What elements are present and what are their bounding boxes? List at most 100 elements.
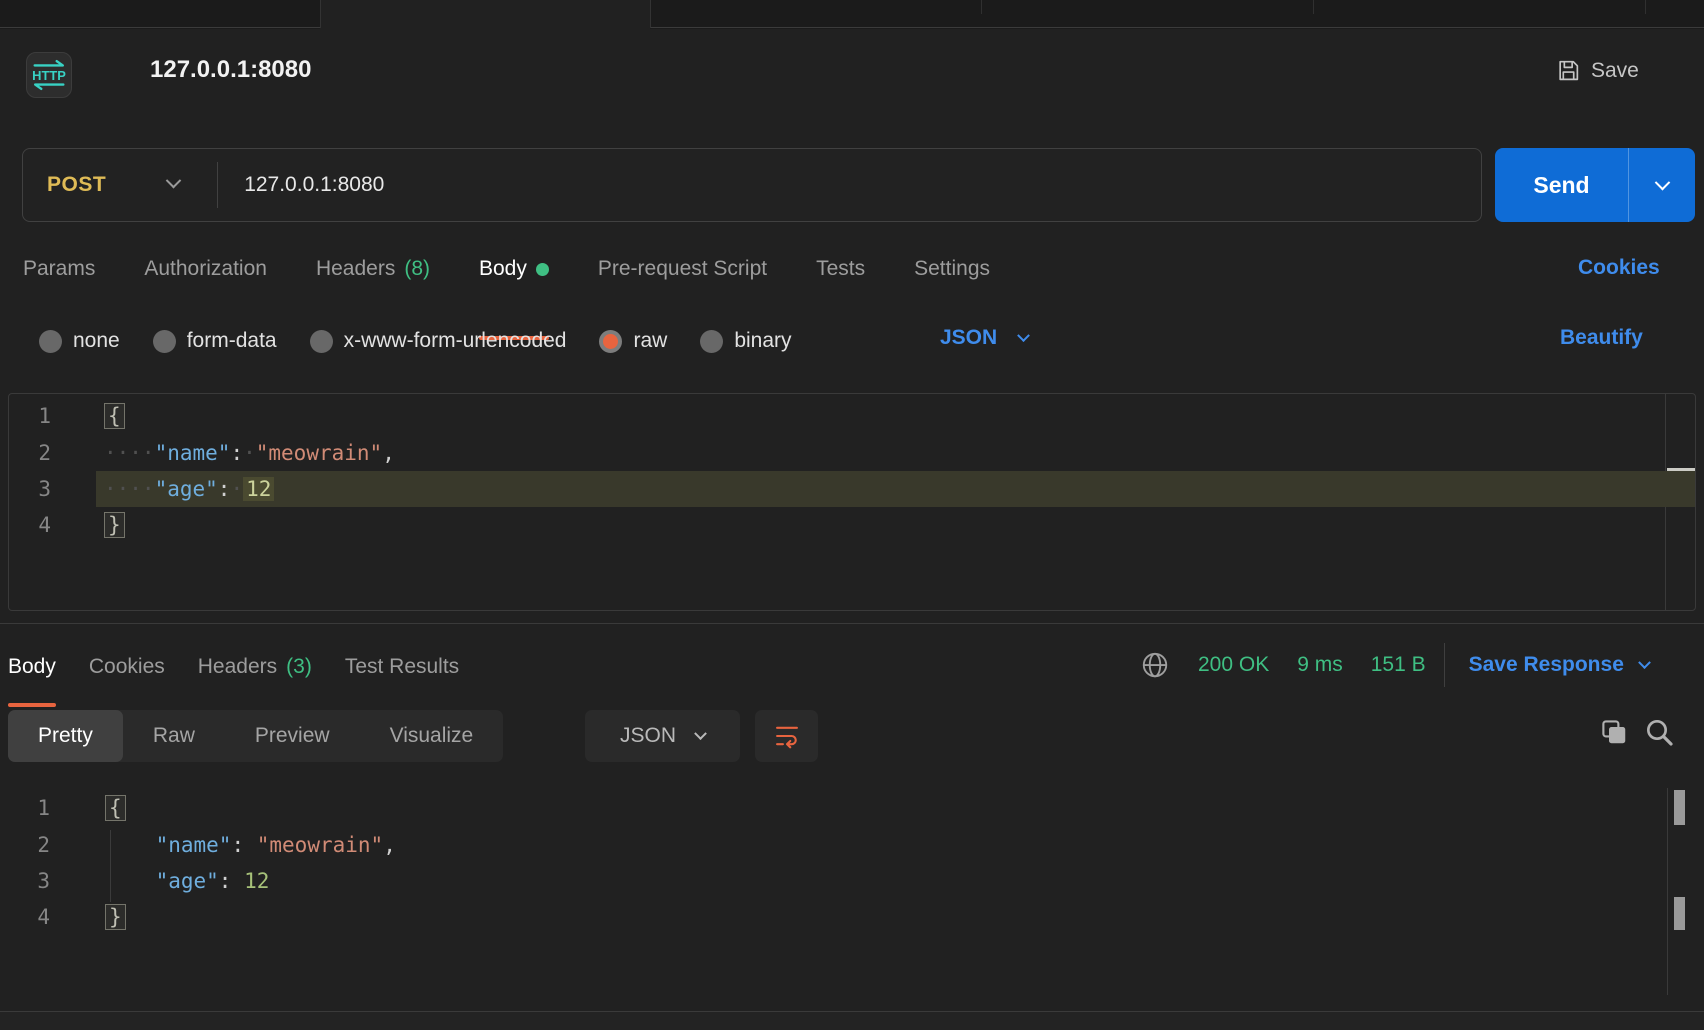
token-punct: :	[219, 869, 232, 893]
postman-window: HTTP 127.0.0.1:8080 Save POST 127.0.0.1:…	[0, 0, 1704, 1030]
body-mode-form-data[interactable]: form-data	[153, 329, 277, 353]
code-text: {	[50, 796, 126, 820]
chevron-down-icon	[694, 727, 707, 740]
token-punct: ,	[383, 833, 396, 857]
tab-label: Body	[8, 655, 56, 707]
wrap-lines-button[interactable]	[755, 710, 818, 762]
code-text: "name": "meowrain",	[50, 833, 396, 857]
token-ws: ····	[104, 477, 155, 501]
code-line[interactable]: 4}	[0, 899, 1704, 935]
token-sp	[231, 869, 244, 893]
view-visualize[interactable]: Visualize	[360, 710, 504, 762]
code-line[interactable]: 1{	[9, 398, 1695, 434]
method-select[interactable]: POST	[47, 173, 106, 197]
workspace-tab-strip	[0, 0, 1704, 29]
response-size[interactable]: 151 B	[1371, 653, 1426, 677]
send-button[interactable]: Send	[1495, 148, 1695, 222]
chevron-down-icon[interactable]	[168, 176, 179, 194]
line-number: 1	[9, 404, 51, 428]
response-tab-test-results[interactable]: Test Results	[345, 635, 459, 707]
body-language-select[interactable]: JSON	[940, 326, 1028, 350]
token-punct: :	[230, 441, 243, 465]
tab-strip-border	[0, 27, 320, 28]
beautify-link[interactable]: Beautify	[1560, 326, 1643, 350]
body-mode-raw[interactable]: raw	[599, 329, 667, 353]
response-time[interactable]: 9 ms	[1297, 653, 1343, 677]
radio-icon	[153, 330, 176, 353]
tab-divider	[1313, 0, 1314, 14]
token-ws: ·	[243, 441, 256, 465]
body-mode-x-www-form-urlencoded[interactable]: x-www-form-urlencoded	[310, 329, 567, 353]
token-sp	[244, 833, 257, 857]
http-icon: HTTP	[27, 53, 71, 97]
tab-label: Params	[23, 257, 95, 281]
line-number: 4	[9, 513, 51, 537]
view-preview[interactable]: Preview	[225, 710, 360, 762]
code-text: {	[51, 404, 125, 428]
tab-count-badge: (8)	[404, 257, 430, 281]
response-body-editor[interactable]: 1{2 "name": "meowrain",3 "age": 124}	[0, 790, 1704, 990]
token-num: 12	[244, 869, 269, 893]
tab-label: Tests	[816, 257, 865, 281]
cookies-link[interactable]: Cookies	[1578, 256, 1660, 280]
save-response-button[interactable]: Save Response	[1469, 653, 1649, 677]
body-language-value: JSON	[940, 326, 997, 350]
radio-label: form-data	[187, 329, 277, 353]
send-label: Send	[1495, 172, 1628, 199]
view-raw[interactable]: Raw	[123, 710, 225, 762]
status-bar	[0, 1012, 1704, 1030]
scrollbar-thumb[interactable]	[1674, 790, 1685, 825]
response-tab-body[interactable]: Body	[8, 635, 56, 707]
status-badge[interactable]: 200 OK	[1198, 653, 1269, 677]
response-tab-headers[interactable]: Headers(3)	[198, 635, 312, 707]
code-text: ····"age":·12	[51, 477, 274, 501]
tab-label: Headers	[316, 257, 395, 281]
globe-icon[interactable]	[1140, 650, 1170, 680]
response-view-switcher: PrettyRawPreviewVisualize	[8, 710, 503, 762]
tab-tests[interactable]: Tests	[816, 240, 865, 340]
meta-divider	[1444, 643, 1445, 687]
token-str: "meowrain"	[256, 441, 382, 465]
request-title: 127.0.0.1:8080	[150, 56, 311, 84]
body-mode-none[interactable]: none	[39, 329, 120, 353]
token-punct: :	[218, 477, 231, 501]
request-body-editor[interactable]: 1{2····"name":·"meowrain",3····"age":·12…	[8, 393, 1696, 611]
token-key: "age"	[155, 477, 218, 501]
wrap-lines-icon	[773, 722, 801, 750]
save-button[interactable]: Save	[1556, 58, 1639, 83]
code-line[interactable]: 2 "name": "meowrain",	[0, 826, 1704, 862]
code-line[interactable]: 3 "age": 12	[0, 863, 1704, 899]
body-mode-binary[interactable]: binary	[700, 329, 791, 353]
url-bar-divider	[217, 162, 218, 208]
line-number: 2	[9, 441, 51, 465]
copy-response-button[interactable]	[1599, 717, 1629, 752]
code-text: }	[50, 905, 126, 929]
line-number: 3	[9, 477, 51, 501]
radio-label: x-www-form-urlencoded	[344, 329, 567, 353]
code-line[interactable]: 1{	[0, 790, 1704, 826]
response-language-select[interactable]: JSON	[585, 710, 740, 762]
token-punct: ,	[382, 441, 395, 465]
search-response-button[interactable]	[1643, 716, 1675, 753]
token-numsel: 12	[243, 477, 274, 501]
radio-icon	[599, 330, 622, 353]
tab-strip-border	[650, 27, 1704, 28]
url-input[interactable]: 127.0.0.1:8080	[244, 173, 384, 197]
view-pretty[interactable]: Pretty	[8, 710, 123, 762]
save-icon	[1556, 58, 1581, 83]
body-has-content-dot	[536, 263, 549, 276]
search-icon	[1643, 716, 1675, 748]
tab-settings[interactable]: Settings	[914, 240, 990, 340]
radio-label: none	[73, 329, 120, 353]
radio-icon	[310, 330, 333, 353]
tab-divider	[1645, 0, 1646, 14]
response-tab-cookies[interactable]: Cookies	[89, 635, 165, 707]
workspace-tab-active[interactable]	[320, 0, 650, 29]
radio-icon	[39, 330, 62, 353]
send-options-chevron-icon[interactable]	[1629, 180, 1695, 191]
scrollbar-thumb[interactable]	[1674, 897, 1685, 930]
code-line[interactable]: 3····"age":·12	[9, 471, 1695, 507]
code-line[interactable]: 2····"name":·"meowrain",	[9, 434, 1695, 470]
bracket-match-highlight: {	[105, 795, 126, 821]
code-line[interactable]: 4}	[9, 507, 1695, 543]
